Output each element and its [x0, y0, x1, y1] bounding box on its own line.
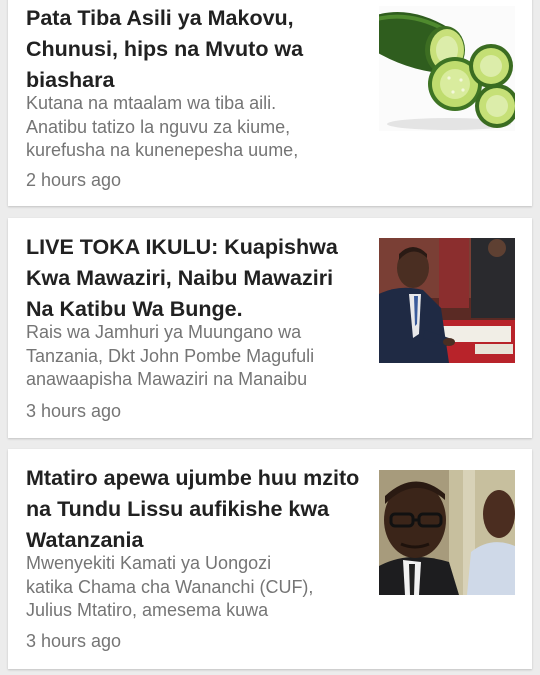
swearing-in-ceremony-image[interactable]	[379, 238, 515, 363]
article-headline[interactable]: Pata Tiba Asili ya Makovu, Chunusi, hips…	[26, 3, 366, 96]
politicians-portrait-image[interactable]	[379, 470, 515, 595]
news-card[interactable]: Pata Tiba Asili ya Makovu, Chunusi, hips…	[8, 0, 532, 206]
news-card[interactable]: Mtatiro apewa ujumbe huu mzito na Tundu …	[8, 449, 532, 669]
article-timestamp: 3 hours ago	[26, 401, 122, 421]
article-snippet: Kutana na mtaalam wa tiba aili. Anatibu …	[26, 93, 299, 160]
news-card[interactable]: LIVE TOKA IKULU: Kuapishwa Kwa Mawaziri,…	[8, 218, 532, 438]
article-timestamp: 3 hours ago	[26, 631, 122, 651]
article-headline[interactable]: Mtatiro apewa ujumbe huu mzito na Tundu …	[26, 463, 366, 556]
article-snippet: Mwenyekiti Kamati ya Uongozi katika Cham…	[26, 553, 314, 620]
cucumber-slices-image[interactable]	[379, 6, 515, 131]
article-timestamp: 2 hours ago	[26, 170, 122, 190]
article-snippet: Rais wa Jamhuri ya Muungano wa Tanzania,…	[26, 322, 315, 389]
article-headline[interactable]: LIVE TOKA IKULU: Kuapishwa Kwa Mawaziri,…	[26, 232, 366, 325]
